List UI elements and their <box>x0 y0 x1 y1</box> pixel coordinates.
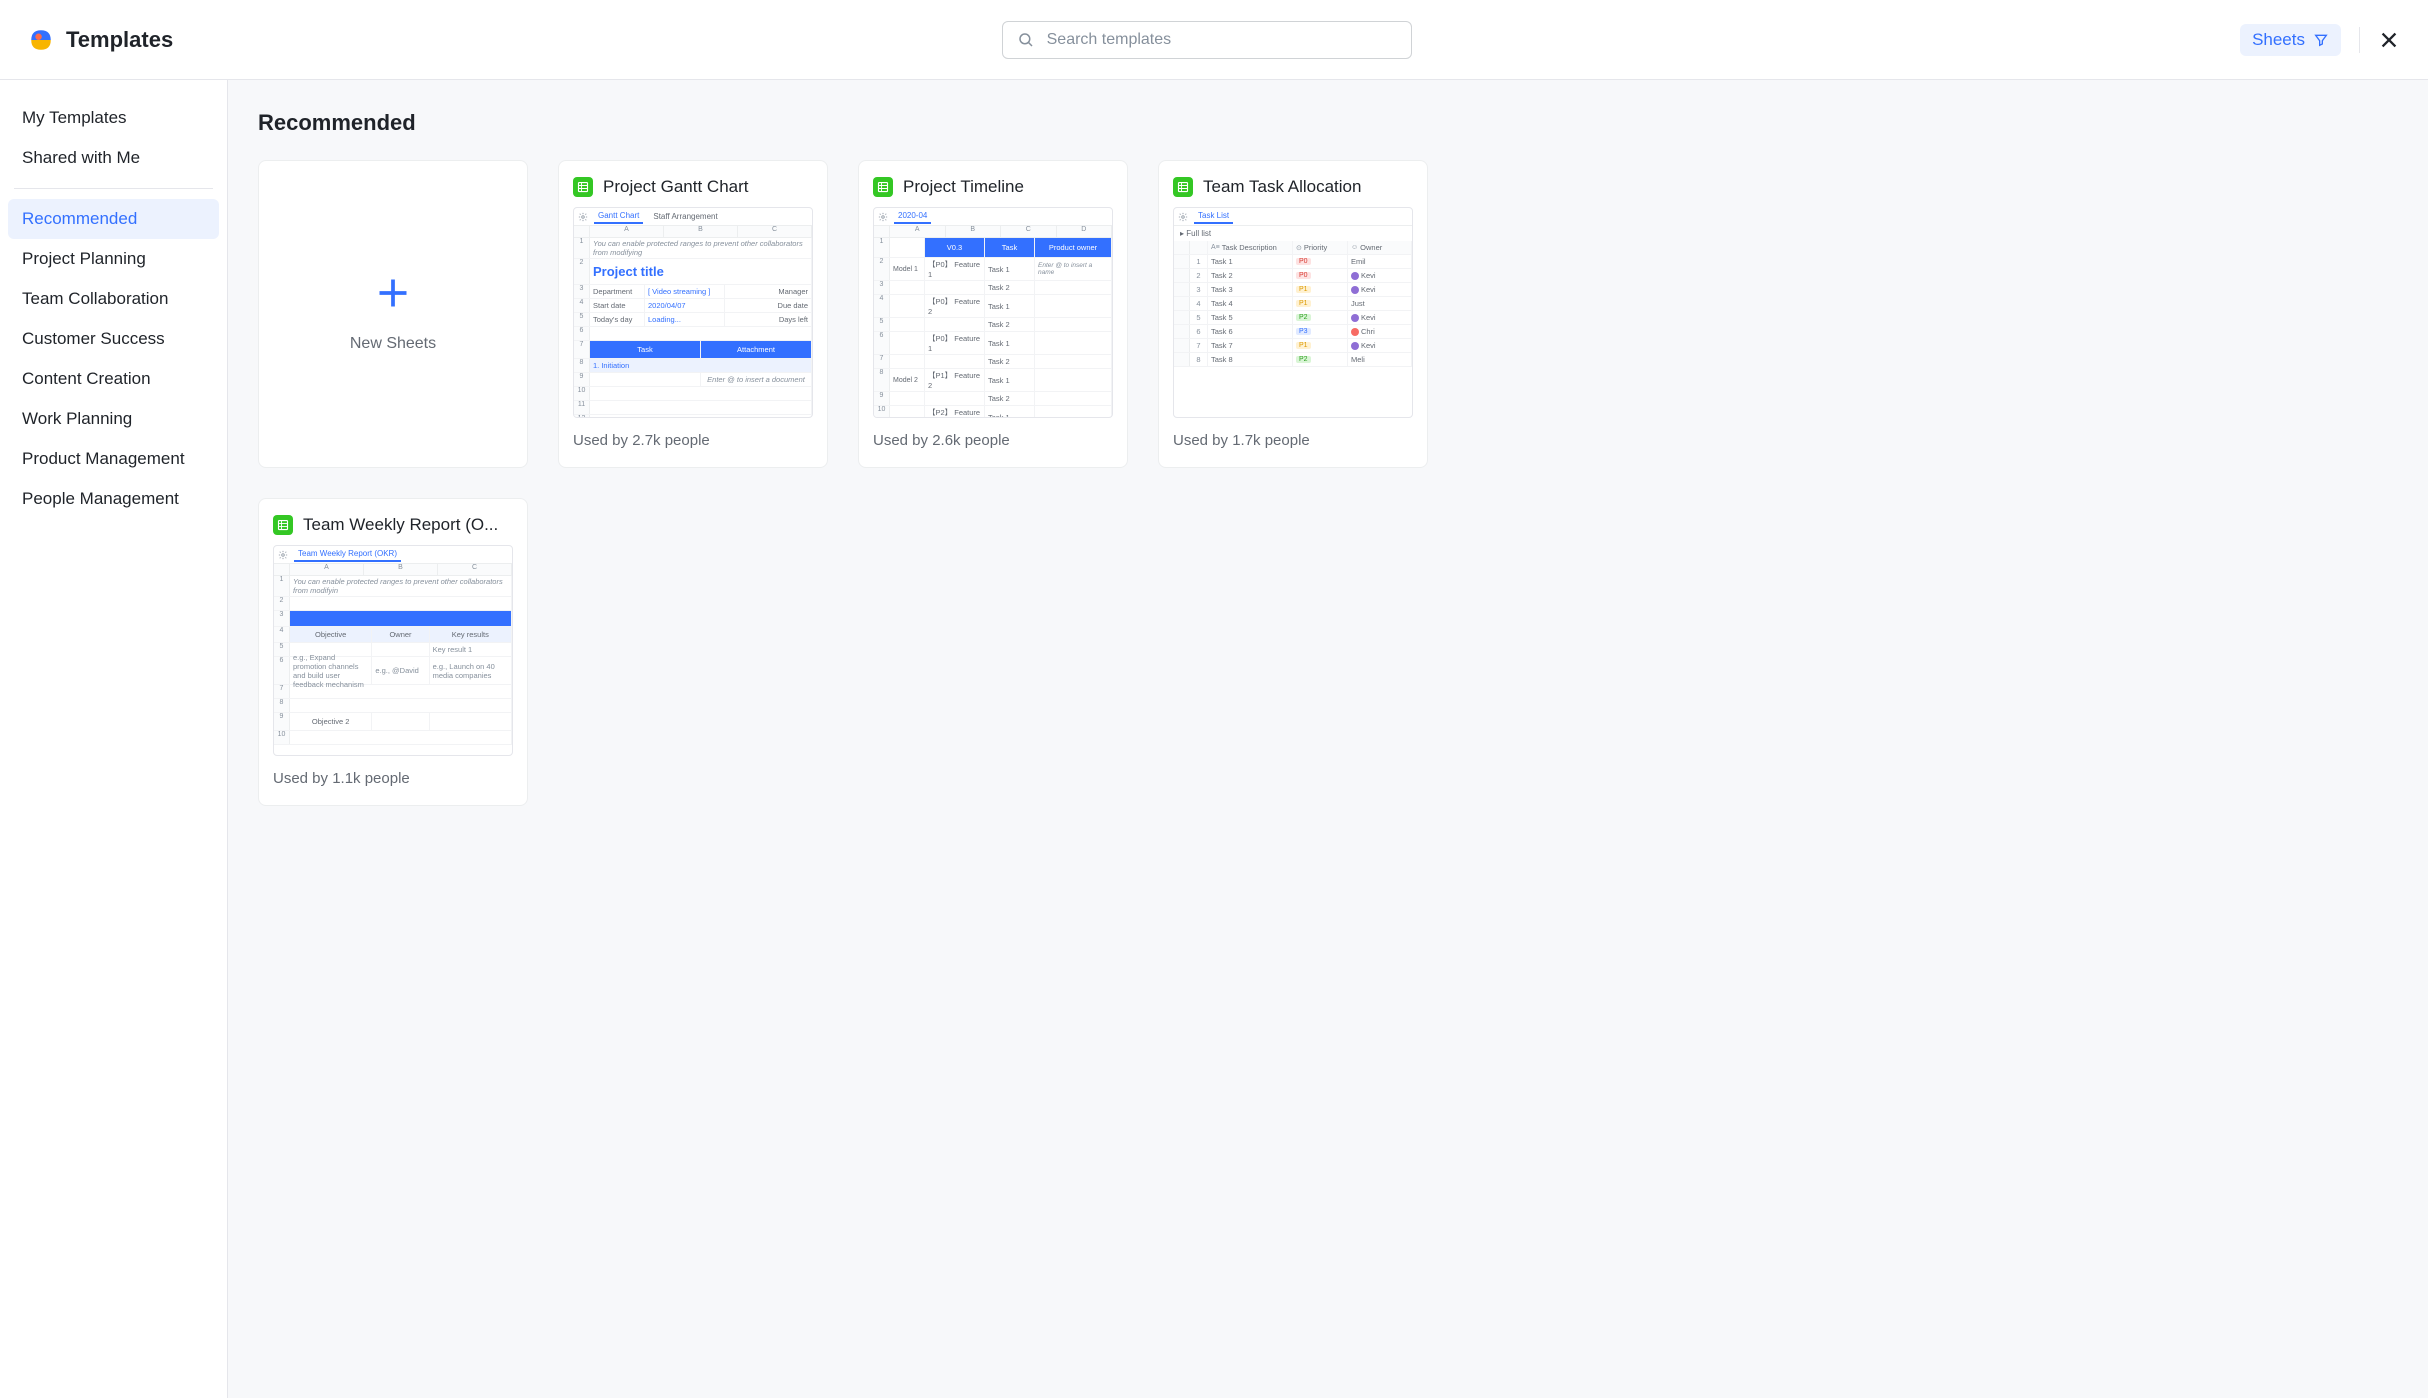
sidebar-category-item[interactable]: People Management <box>8 479 219 519</box>
header: Templates Sheets <box>0 0 2428 80</box>
plus-icon <box>375 275 411 311</box>
template-card-task-allocation[interactable]: Team Task Allocation Task List ▸ Full li… <box>1158 160 1428 468</box>
new-sheets-label: New Sheets <box>350 335 436 353</box>
sidebar-item[interactable]: Shared with Me <box>8 138 219 178</box>
sidebar-category-item[interactable]: Team Collaboration <box>8 279 219 319</box>
sheets-icon <box>573 177 593 197</box>
gear-icon <box>1178 212 1188 222</box>
header-center <box>193 21 2220 59</box>
filter-label: Sheets <box>2252 30 2305 50</box>
template-grid: New Sheets Project Gantt Chart Gantt Cha… <box>258 160 2398 806</box>
preview-tab: Staff Arrangement <box>649 210 721 223</box>
sidebar-category-item[interactable]: Content Creation <box>8 359 219 399</box>
card-header: Project Gantt Chart <box>559 161 827 207</box>
filter-icon <box>2313 32 2329 48</box>
main-content: Recommended New Sheets Project Gantt Cha… <box>228 80 2428 1398</box>
gear-icon <box>578 212 588 222</box>
header-right: Sheets <box>2240 24 2400 56</box>
preview-tab: Task List <box>1194 209 1233 224</box>
sheets-icon <box>273 515 293 535</box>
card-usage: Used by 1.7k people <box>1159 418 1427 467</box>
filter-sheets-button[interactable]: Sheets <box>2240 24 2341 56</box>
header-left: Templates <box>28 27 173 53</box>
preview-tab: Gantt Chart <box>594 209 643 224</box>
sheets-icon <box>873 177 893 197</box>
preview-tab: 2020-04 <box>894 209 931 224</box>
sidebar-category-item[interactable]: Customer Success <box>8 319 219 359</box>
card-preview: Gantt Chart Staff Arrangement A B C 1You… <box>573 207 813 418</box>
card-header: Team Task Allocation <box>1159 161 1427 207</box>
section-title: Recommended <box>258 110 2398 136</box>
new-sheets-card[interactable]: New Sheets <box>258 160 528 468</box>
app-logo-icon <box>28 27 54 53</box>
sidebar-category-item[interactable]: Recommended <box>8 199 219 239</box>
search-box[interactable] <box>1002 21 1412 59</box>
gear-icon <box>878 212 888 222</box>
card-title: Project Timeline <box>903 177 1024 197</box>
card-header: Team Weekly Report (O... <box>259 499 527 545</box>
template-card-weekly-report[interactable]: Team Weekly Report (O... Team Weekly Rep… <box>258 498 528 806</box>
search-icon <box>1017 31 1035 49</box>
card-usage: Used by 2.6k people <box>859 418 1127 467</box>
card-title: Project Gantt Chart <box>603 177 749 197</box>
sidebar-item[interactable]: My Templates <box>8 98 219 138</box>
card-usage: Used by 1.1k people <box>259 756 527 805</box>
gear-icon <box>278 550 288 560</box>
close-icon[interactable] <box>2378 29 2400 51</box>
card-title: Team Weekly Report (O... <box>303 515 498 535</box>
card-header: Project Timeline <box>859 161 1127 207</box>
sidebar-category-item[interactable]: Work Planning <box>8 399 219 439</box>
card-usage: Used by 2.7k people <box>559 418 827 467</box>
sheets-icon <box>1173 177 1193 197</box>
card-preview: Task List ▸ Full list A≡Task Description… <box>1173 207 1413 418</box>
divider <box>2359 27 2360 53</box>
template-card-gantt[interactable]: Project Gantt Chart Gantt Chart Staff Ar… <box>558 160 828 468</box>
card-preview: 2020-04 A B C D 1V0.3TaskProduct owner2M… <box>873 207 1113 418</box>
card-preview: Team Weekly Report (OKR) A B C 1You can … <box>273 545 513 756</box>
sidebar-category-item[interactable]: Project Planning <box>8 239 219 279</box>
card-title: Team Task Allocation <box>1203 177 1361 197</box>
preview-tab: Team Weekly Report (OKR) <box>294 547 401 562</box>
template-card-timeline[interactable]: Project Timeline 2020-04 A B C D 1V0.3Ta… <box>858 160 1128 468</box>
search-input[interactable] <box>1047 31 1397 49</box>
expand-toggle: ▸ Full list <box>1174 226 1412 241</box>
sidebar-separator <box>14 188 213 189</box>
sidebar: My TemplatesShared with Me RecommendedPr… <box>0 80 228 1398</box>
page-title: Templates <box>66 27 173 53</box>
body: My TemplatesShared with Me RecommendedPr… <box>0 80 2428 1398</box>
sidebar-category-item[interactable]: Product Management <box>8 439 219 479</box>
